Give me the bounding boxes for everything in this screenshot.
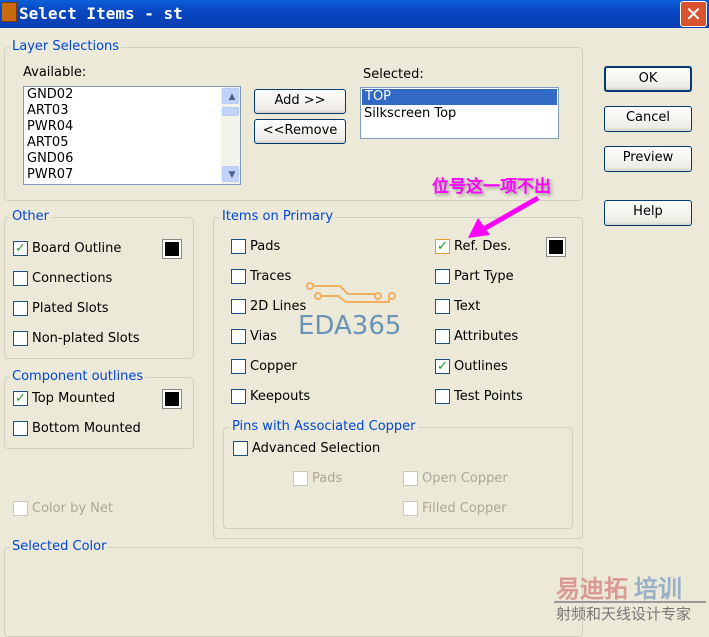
board-outline-label: Board Outline [32,241,122,256]
bottom-mounted-label: Bottom Mounted [32,421,141,436]
plated-slots-label: Plated Slots [32,301,109,316]
top-mounted-label: Top Mounted [32,391,116,406]
non-plated-slots-label: Non-plated Slots [32,331,140,346]
selected-label: Selected: [363,67,424,82]
copper-label: Copper [250,359,297,374]
list-item[interactable]: GND02 [24,87,240,103]
cancel-button[interactable]: Cancel [604,106,692,132]
brand-watermark-sub: 射频和天线设计专家 [556,605,692,623]
vias-checkbox[interactable] [231,329,246,344]
ref-des-checkbox[interactable]: ✓ [435,239,450,254]
help-button[interactable]: Help [604,200,692,226]
selected-color-group [4,547,583,637]
text-checkbox[interactable] [435,299,450,314]
other-legend: Other [10,209,51,224]
pads-checkbox[interactable] [231,239,246,254]
copper-checkbox[interactable] [231,359,246,374]
2d-lines-checkbox[interactable] [231,299,246,314]
part-type-label: Part Type [454,269,514,284]
available-scrollbar[interactable]: ▲ ▼ [221,87,240,184]
preview-button[interactable]: Preview [604,146,692,172]
top-mounted-color-swatch[interactable] [162,389,182,409]
pins-legend: Pins with Associated Copper [230,419,418,434]
component-outlines-group [4,377,194,449]
color-by-net-label: Color by Net [32,501,113,516]
filled-copper-checkbox[interactable] [403,501,418,516]
non-plated-slots-checkbox[interactable] [13,331,28,346]
scroll-up-icon[interactable]: ▲ [222,88,239,104]
window-title: Select Items - st [19,4,183,23]
ok-button[interactable]: OK [604,66,692,92]
circuit-trace-icon [306,282,396,303]
list-item[interactable]: PWR07 [24,167,240,183]
filled-copper-label: Filled Copper [422,501,507,516]
advanced-selection-label: Advanced Selection [252,441,381,456]
list-item[interactable]: PWR04 [24,119,240,135]
selected-color-legend: Selected Color [10,539,109,554]
list-item[interactable]: ART05 [24,135,240,151]
top-mounted-checkbox[interactable]: ✓ [13,391,28,406]
bottom-mounted-checkbox[interactable] [13,421,28,436]
list-item-selected[interactable]: TOP [362,89,557,105]
test-points-checkbox[interactable] [435,389,450,404]
remove-button[interactable]: <<Remove [254,119,346,144]
available-label: Available: [23,65,87,80]
list-item[interactable]: GND06 [24,151,240,167]
keepouts-checkbox[interactable] [231,389,246,404]
brand-watermark-1: 易迪拓 [556,575,628,603]
app-icon [1,2,17,22]
available-list[interactable]: ▲ ▼ GND02 ART03 PWR04 ART05 GND06 PWR07 [23,86,241,185]
vias-label: Vias [250,329,277,344]
open-copper-label: Open Copper [422,471,508,486]
layer-selections-legend: Layer Selections [10,39,122,54]
traces-label: Traces [250,269,292,284]
scroll-down-icon[interactable]: ▼ [222,166,239,182]
text-label: Text [454,299,481,314]
pins-pads-checkbox[interactable] [293,471,308,486]
test-points-label: Test Points [454,389,523,404]
add-button[interactable]: Add >> [254,89,346,114]
annotation-arrow-icon [468,195,540,238]
open-copper-checkbox[interactable] [403,471,418,486]
outlines-checkbox[interactable]: ✓ [435,359,450,374]
pads-label: Pads [250,239,281,254]
items-on-primary-legend: Items on Primary [220,209,336,224]
attributes-label: Attributes [454,329,519,344]
advanced-selection-checkbox[interactable] [233,441,248,456]
part-type-checkbox[interactable] [435,269,450,284]
list-item[interactable]: Silkscreen Top [361,106,558,122]
outlines-label: Outlines [454,359,508,374]
connections-checkbox[interactable] [13,271,28,286]
board-outline-color-swatch[interactable] [162,239,182,259]
scroll-thumb[interactable] [222,107,239,116]
color-by-net-checkbox[interactable] [13,501,28,516]
eda365-watermark: EDA365 [298,311,402,341]
selected-list[interactable]: TOP Silkscreen Top [360,87,559,139]
component-outlines-legend: Component outlines [10,369,146,384]
pins-pads-label: Pads [312,471,343,486]
connections-label: Connections [32,271,113,286]
attributes-checkbox[interactable] [435,329,450,344]
traces-checkbox[interactable] [231,269,246,284]
keepouts-label: Keepouts [250,389,311,404]
list-item[interactable]: ART03 [24,103,240,119]
close-button[interactable]: ✕ [680,1,707,27]
brand-watermark-2: 培训 [634,575,682,603]
plated-slots-checkbox[interactable] [13,301,28,316]
board-outline-checkbox[interactable]: ✓ [13,241,28,256]
